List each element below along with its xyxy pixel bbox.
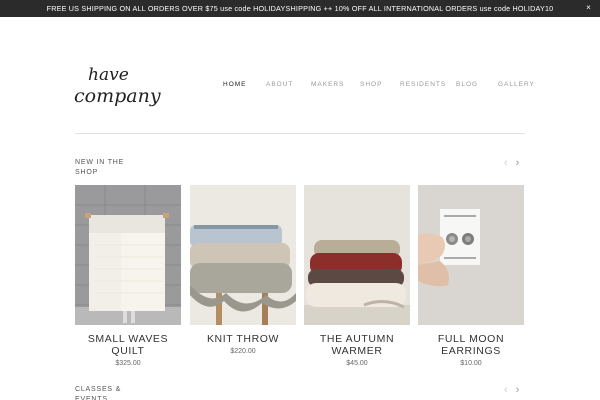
chevron-left-icon[interactable]: ‹	[504, 157, 508, 169]
nav-item-residents[interactable]: RESIDENTS	[400, 81, 446, 88]
nav-item-blog[interactable]: BLOG	[456, 81, 478, 88]
carousel-arrows-classes: ‹ ›	[504, 384, 519, 396]
chevron-left-icon[interactable]: ‹	[504, 384, 508, 396]
nav-item-about[interactable]: ABOUT	[266, 81, 293, 88]
nav-item-home[interactable]: HOME	[223, 81, 247, 88]
svg-text:company: company	[74, 85, 161, 107]
carousel-arrows-new: ‹ ›	[504, 157, 519, 169]
section-title-classes-events: CLASSES & EVENTS	[75, 386, 122, 400]
product-card[interactable]: KNIT THROW $220.00	[190, 185, 296, 355]
header-divider	[75, 133, 525, 134]
close-icon[interactable]: ×	[586, 3, 591, 12]
product-image-quilt[interactable]	[75, 185, 181, 325]
product-image-earrings[interactable]	[418, 185, 524, 325]
logo-wordmark: have company	[74, 65, 161, 107]
product-name[interactable]: THE AUTUMN WARMER	[304, 333, 410, 357]
product-name[interactable]: SMALL WAVES QUILT	[75, 333, 181, 357]
promo-banner: FREE US SHIPPING ON ALL ORDERS OVER $75 …	[0, 0, 600, 17]
product-name[interactable]: KNIT THROW	[190, 333, 296, 345]
product-price: $220.00	[230, 348, 256, 355]
site-logo[interactable]: have company	[74, 62, 164, 110]
product-price: $45.00	[346, 360, 368, 367]
nav-item-gallery[interactable]: GALLERY	[498, 81, 535, 88]
product-card[interactable]: THE AUTUMN WARMER $45.00	[304, 185, 410, 367]
product-name[interactable]: FULL MOON EARRINGS	[418, 333, 524, 357]
nav-item-makers[interactable]: MAKERS	[311, 81, 344, 88]
chevron-right-icon[interactable]: ›	[516, 384, 520, 396]
product-price: $325.00	[115, 360, 141, 367]
section-title-new-in-shop: NEW IN THE SHOP	[75, 159, 125, 176]
product-price: $10.00	[460, 360, 482, 367]
product-card[interactable]: SMALL WAVES QUILT $325.00	[75, 185, 181, 367]
nav-item-shop[interactable]: SHOP	[360, 81, 382, 88]
chevron-right-icon[interactable]: ›	[516, 157, 520, 169]
product-image-knit-throw[interactable]	[190, 185, 296, 325]
promo-banner-text: FREE US SHIPPING ON ALL ORDERS OVER $75 …	[46, 4, 554, 13]
product-image-autumn-warmer[interactable]	[304, 185, 410, 325]
svg-text:have: have	[88, 65, 129, 85]
product-card[interactable]: FULL MOON EARRINGS $10.00	[418, 185, 524, 367]
